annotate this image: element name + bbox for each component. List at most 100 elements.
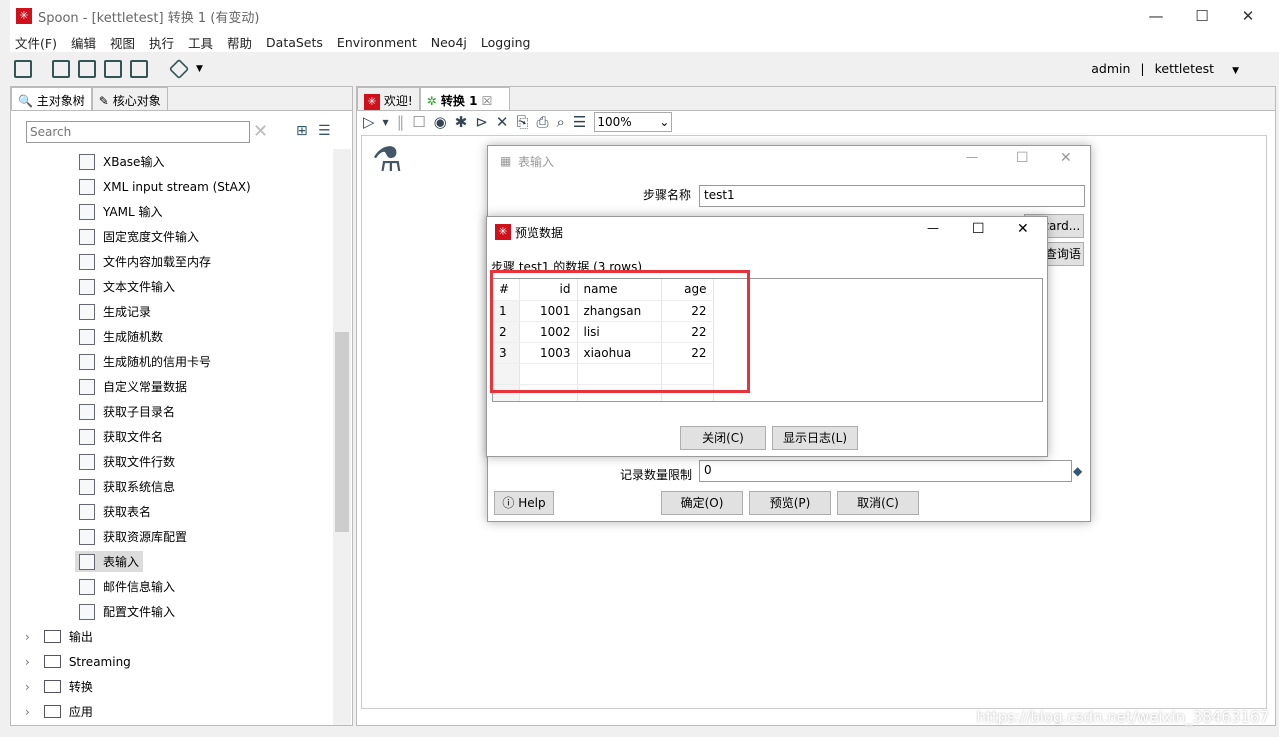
menu-view[interactable]: 视图 — [110, 33, 135, 52]
close-button[interactable]: ✕ — [1060, 150, 1072, 166]
tree-item-content: 固定宽度文件输入 — [75, 226, 203, 247]
tree-folder-label: 输出 — [68, 630, 93, 644]
step-icon — [79, 478, 95, 495]
tree-item[interactable]: 获取表名 — [11, 499, 333, 524]
close-button[interactable]: ✕ — [1225, 0, 1271, 32]
tree-item[interactable]: 生成随机的信用卡号 — [11, 349, 333, 374]
tab-label: 转换 1 — [440, 94, 478, 108]
run-dropdown-icon[interactable]: ▼ — [383, 118, 389, 127]
tree-folder[interactable]: › 应用 — [11, 699, 333, 724]
limit-input[interactable]: 0 — [699, 460, 1072, 482]
tree-item[interactable]: 获取系统信息 — [11, 474, 333, 499]
help-button[interactable]: ⓘ Help — [494, 491, 554, 515]
variable-icon: ◆ — [1073, 464, 1083, 478]
user-repository-menu[interactable]: admin | kettletest ▼ — [1091, 61, 1239, 76]
tab-core-objects[interactable]: ✎ 核心对象 — [91, 87, 168, 110]
maximize-button[interactable]: ☐ — [1179, 0, 1225, 32]
new-file-icon[interactable] — [14, 60, 32, 78]
tree-item[interactable]: 邮件信息输入 — [11, 574, 333, 599]
replay-icon[interactable]: ⊳ — [475, 113, 488, 131]
sql-icon[interactable]: ⎙ — [537, 113, 549, 131]
zoom-select[interactable]: 100% ⌄ — [594, 112, 673, 132]
menu-environment[interactable]: Environment — [337, 35, 417, 50]
pause-icon[interactable]: ‖ — [397, 113, 405, 131]
tree-item[interactable]: YAML 输入 — [11, 199, 333, 224]
chevron-down-icon: ⌄ — [659, 115, 670, 129]
tree-item-label: 邮件信息输入 — [103, 580, 176, 594]
preview-button[interactable]: 预览(P) — [749, 491, 831, 515]
open-file-icon[interactable] — [52, 60, 70, 78]
tree-item-label: 表输入 — [103, 555, 140, 569]
menu-file[interactable]: 文件(F) — [15, 33, 57, 52]
menu-run[interactable]: 执行 — [149, 33, 174, 52]
verify-icon[interactable]: ✕ — [496, 113, 509, 131]
save-as-icon[interactable] — [130, 60, 148, 78]
left-panel: 🔍 主对象树 ✎ 核心对象 ✕ ⊞ ☰ XBase输入 XML input str… — [10, 86, 353, 726]
minimize-button[interactable]: — — [966, 150, 978, 164]
minimize-button[interactable]: — — [1133, 0, 1179, 32]
tree-item[interactable]: 文件内容加载至内存 — [11, 249, 333, 274]
tree-item[interactable]: 配置文件输入 — [11, 599, 333, 624]
step-name-input[interactable]: test1 — [699, 185, 1085, 207]
ok-button[interactable]: 确定(O) — [661, 491, 743, 515]
tree-item-content: 生成随机的信用卡号 — [75, 351, 215, 372]
tab-main-object-tree[interactable]: 🔍 主对象树 — [11, 87, 92, 110]
step-icon — [79, 453, 95, 470]
menu-help[interactable]: 帮助 — [227, 33, 252, 52]
close-tab-icon[interactable]: ☒ — [482, 94, 493, 108]
tab-welcome[interactable]: ✳ 欢迎! — [357, 87, 420, 110]
tree-folder[interactable]: › 转换 — [11, 674, 333, 699]
scrollbar-thumb[interactable] — [335, 332, 349, 532]
show-log-button[interactable]: 显示日志(L) — [772, 426, 858, 450]
save-icon[interactable] — [104, 60, 122, 78]
menu-neo4j[interactable]: Neo4j — [431, 35, 467, 50]
tree-item[interactable]: 获取资源库配置 — [11, 524, 333, 549]
tab-transformation[interactable]: ✲ 转换 1 ☒ — [419, 87, 510, 110]
tree-item-content: YAML 输入 — [75, 201, 166, 222]
folder-icon — [43, 655, 61, 668]
layers-dropdown-icon[interactable]: ▼ — [196, 64, 203, 74]
clear-search-icon[interactable]: ✕ — [253, 121, 268, 142]
search-input[interactable] — [26, 121, 250, 143]
tree-item-content: 获取资源库配置 — [75, 526, 191, 547]
step-icon — [79, 503, 95, 520]
impact-icon[interactable]: ⎘ — [516, 113, 528, 131]
close-button[interactable]: ✕ — [1017, 221, 1029, 237]
preview-icon[interactable]: ◉ — [434, 113, 447, 131]
tree-item[interactable]: 自定义常量数据 — [11, 374, 333, 399]
table-input-step-flask-icon[interactable]: ⚗ — [372, 140, 402, 180]
tree-item[interactable]: 表输入 — [11, 549, 333, 574]
tree-item[interactable]: 获取子目录名 — [11, 399, 333, 424]
stop-icon[interactable]: ☐ — [412, 113, 425, 131]
minimize-button[interactable]: — — [927, 221, 939, 235]
tree-item[interactable]: 固定宽度文件输入 — [11, 224, 333, 249]
debug-icon[interactable]: ✱ — [455, 113, 468, 131]
tree-item[interactable]: 生成随机数 — [11, 324, 333, 349]
tree-item[interactable]: 文本文件输入 — [11, 274, 333, 299]
tab-label: 欢迎! — [383, 94, 413, 108]
tree-folder[interactable]: › Streaming — [11, 649, 333, 674]
show-results-icon[interactable]: ☰ — [573, 113, 586, 131]
tree-item[interactable]: 获取文件名 — [11, 424, 333, 449]
maximize-button[interactable]: ☐ — [1016, 150, 1029, 166]
maximize-button[interactable]: ☐ — [972, 221, 985, 237]
tree-item[interactable]: 生成记录 — [11, 299, 333, 324]
expand-tree-icon[interactable]: ⊞ — [296, 123, 308, 139]
run-icon[interactable]: ▷ — [363, 113, 375, 131]
explore-db-icon[interactable]: ⌕ — [557, 113, 565, 131]
layers-icon[interactable] — [168, 58, 190, 80]
tree-folder-label: 应用 — [68, 705, 93, 719]
cancel-button[interactable]: 取消(C) — [837, 491, 919, 515]
menu-edit[interactable]: 编辑 — [71, 33, 96, 52]
close-preview-button[interactable]: 关闭(C) — [680, 426, 766, 450]
explore-repository-icon[interactable] — [78, 60, 96, 78]
tree-item[interactable]: XML input stream (StAX) — [11, 174, 333, 199]
tree-folder[interactable]: › 输出 — [11, 624, 333, 649]
menu-datasets[interactable]: DataSets — [266, 35, 323, 50]
menu-logging[interactable]: Logging — [481, 35, 531, 50]
collapse-tree-icon[interactable]: ☰ — [318, 123, 331, 139]
tree-item[interactable]: 获取文件行数 — [11, 449, 333, 474]
tree-item-label: 配置文件输入 — [103, 605, 176, 619]
tree-item[interactable]: XBase输入 — [11, 149, 333, 174]
menu-tools[interactable]: 工具 — [188, 33, 213, 52]
